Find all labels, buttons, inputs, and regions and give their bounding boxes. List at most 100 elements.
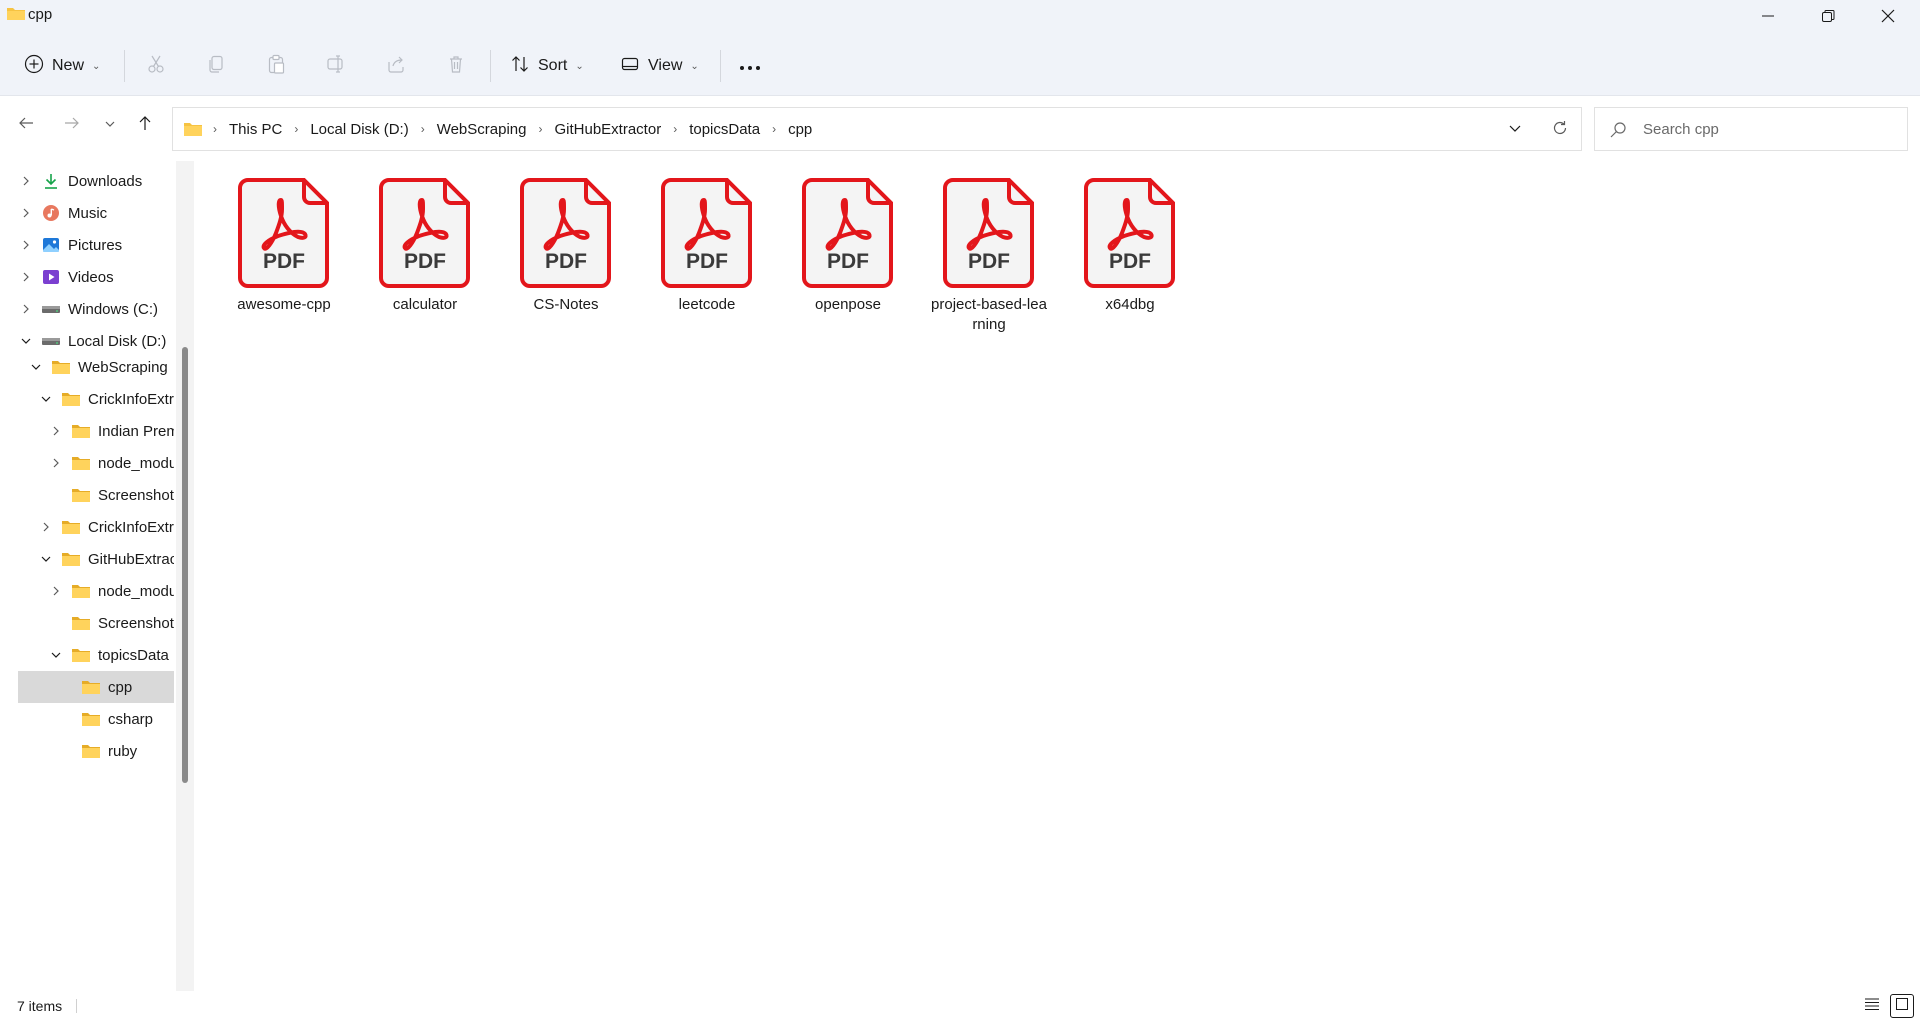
refresh-button[interactable] xyxy=(1547,117,1573,143)
pictures-icon xyxy=(40,236,62,254)
view-icon xyxy=(620,54,640,79)
file-item[interactable]: PDF x64dbg xyxy=(1070,175,1190,345)
sidebar-item-node-modu[interactable]: node_modu xyxy=(18,447,174,479)
folder-icon xyxy=(70,646,92,664)
refresh-icon xyxy=(1552,120,1568,140)
sidebar-item-videos[interactable]: Videos xyxy=(18,261,174,293)
drive-icon xyxy=(40,332,62,350)
svg-text:PDF: PDF xyxy=(1109,250,1151,273)
chevron-right-icon[interactable] xyxy=(48,455,64,471)
chevron-right-icon[interactable] xyxy=(18,205,34,221)
breadcrumb-this-pc[interactable]: This PC xyxy=(223,121,288,138)
chevron-right-icon[interactable] xyxy=(38,519,54,535)
view-button[interactable]: View ⌄ xyxy=(620,46,699,86)
file-item[interactable]: PDF CS-Notes xyxy=(506,175,626,345)
sidebar-item-ruby[interactable]: ruby xyxy=(18,735,174,767)
file-item[interactable]: PDF openpose xyxy=(788,175,908,345)
back-button[interactable] xyxy=(12,111,40,139)
chevron-right-icon[interactable]: › xyxy=(415,122,431,136)
sidebar-item-screenshots[interactable]: Screenshots xyxy=(18,607,174,639)
new-button[interactable]: New ⌄ xyxy=(24,46,100,86)
share-button[interactable] xyxy=(378,48,414,84)
search-box[interactable] xyxy=(1594,107,1908,151)
sidebar-item-pictures[interactable]: Pictures xyxy=(18,229,174,261)
close-button[interactable] xyxy=(1858,0,1918,36)
sidebar-item-downloads[interactable]: Downloads xyxy=(18,165,174,197)
cut-button[interactable] xyxy=(138,48,174,84)
folder-icon xyxy=(70,582,92,600)
breadcrumb-topicsdata[interactable]: topicsData xyxy=(683,121,766,138)
tiles-view-button[interactable] xyxy=(1890,994,1914,1018)
chevron-right-icon[interactable] xyxy=(18,237,34,253)
sidebar-item-cpp[interactable]: cpp xyxy=(18,671,174,703)
breadcrumb-cpp[interactable]: cpp xyxy=(782,121,818,138)
chevron-down-icon[interactable] xyxy=(48,647,64,663)
sidebar-item-label: Videos xyxy=(68,268,114,286)
chevron-down-icon[interactable] xyxy=(18,333,34,349)
chevron-right-icon[interactable] xyxy=(18,301,34,317)
chevron-down-icon xyxy=(1508,121,1522,139)
pdf-file-icon: PDF xyxy=(1084,177,1176,289)
restore-button[interactable] xyxy=(1798,0,1858,36)
copy-icon xyxy=(206,54,226,78)
sidebar-item-label: CrickInfoExtra xyxy=(88,390,174,408)
sort-button[interactable]: Sort ⌄ xyxy=(510,46,584,86)
paste-button[interactable] xyxy=(258,48,294,84)
sidebar-item-music[interactable]: Music xyxy=(18,197,174,229)
file-item[interactable]: PDF calculator xyxy=(365,175,485,345)
delete-icon xyxy=(446,54,466,78)
breadcrumb-githubextractor[interactable]: GitHubExtractor xyxy=(548,121,667,138)
chevron-right-icon[interactable] xyxy=(48,583,64,599)
chevron-right-icon[interactable]: › xyxy=(766,122,782,136)
details-view-button[interactable] xyxy=(1860,994,1884,1018)
command-bar: New ⌄ Sort ⌄ View ⌄ xyxy=(0,36,1920,96)
delete-button[interactable] xyxy=(438,48,474,84)
sidebar-item-webscraping[interactable]: WebScraping xyxy=(18,351,174,383)
sidebar-item-screenshots[interactable]: Screenshots xyxy=(18,479,174,511)
music-icon xyxy=(40,204,62,222)
sidebar-item-windows-c[interactable]: Windows (C:) xyxy=(18,293,174,325)
toolbar-divider xyxy=(720,50,721,82)
folder-icon xyxy=(70,454,92,472)
sidebar-item-label: GitHubExtrac xyxy=(88,550,174,568)
chevron-right-icon[interactable]: › xyxy=(532,122,548,136)
minimize-button[interactable] xyxy=(1738,0,1798,36)
chevron-right-icon[interactable] xyxy=(18,173,34,189)
breadcrumb-local-disk-d[interactable]: Local Disk (D:) xyxy=(304,121,414,138)
chevron-down-icon[interactable] xyxy=(38,391,54,407)
chevron-down-icon[interactable] xyxy=(28,359,44,375)
address-history-button[interactable] xyxy=(1503,118,1527,142)
chevron-right-icon[interactable] xyxy=(48,423,64,439)
file-item[interactable]: PDF project-based-learning xyxy=(929,175,1049,345)
file-item[interactable]: PDF awesome-cpp xyxy=(224,175,344,345)
sidebar-item-csharp[interactable]: csharp xyxy=(18,703,174,735)
breadcrumb-webscraping[interactable]: WebScraping xyxy=(431,121,533,138)
more-options-button[interactable] xyxy=(732,48,768,84)
chevron-right-icon[interactable]: › xyxy=(288,122,304,136)
chevron-right-icon[interactable] xyxy=(18,269,34,285)
svg-text:PDF: PDF xyxy=(263,250,305,273)
sidebar-item-githubextrac[interactable]: GitHubExtrac xyxy=(18,543,174,575)
recent-locations-button[interactable] xyxy=(96,111,124,139)
sidebar-item-crickinfoextra[interactable]: CrickInfoExtra xyxy=(18,511,174,543)
chevron-right-icon[interactable]: › xyxy=(667,122,683,136)
pdf-file-icon: PDF xyxy=(238,177,330,289)
address-bar[interactable]: › This PC › Local Disk (D:) › WebScrapin… xyxy=(172,107,1582,151)
sidebar-item-crickinfoextra[interactable]: CrickInfoExtra xyxy=(18,383,174,415)
file-item[interactable]: PDF leetcode xyxy=(647,175,767,345)
forward-button[interactable] xyxy=(58,111,86,139)
paste-icon xyxy=(266,54,286,78)
sidebar-item-label: Downloads xyxy=(68,172,143,190)
sidebar-item-topicsdata[interactable]: topicsData xyxy=(18,639,174,671)
details-view-icon xyxy=(1864,997,1880,1015)
sidebar-item-indian-prem[interactable]: Indian Prem xyxy=(18,415,174,447)
up-button[interactable] xyxy=(131,111,159,139)
rename-button[interactable] xyxy=(318,48,354,84)
folder-icon xyxy=(80,742,102,760)
search-input[interactable] xyxy=(1643,116,1893,142)
sidebar-scrollbar-thumb[interactable] xyxy=(182,347,188,783)
chevron-down-icon[interactable] xyxy=(38,551,54,567)
sidebar-item-label: node_modu xyxy=(98,582,174,600)
copy-button[interactable] xyxy=(198,48,234,84)
sidebar-item-node-modu[interactable]: node_modu xyxy=(18,575,174,607)
